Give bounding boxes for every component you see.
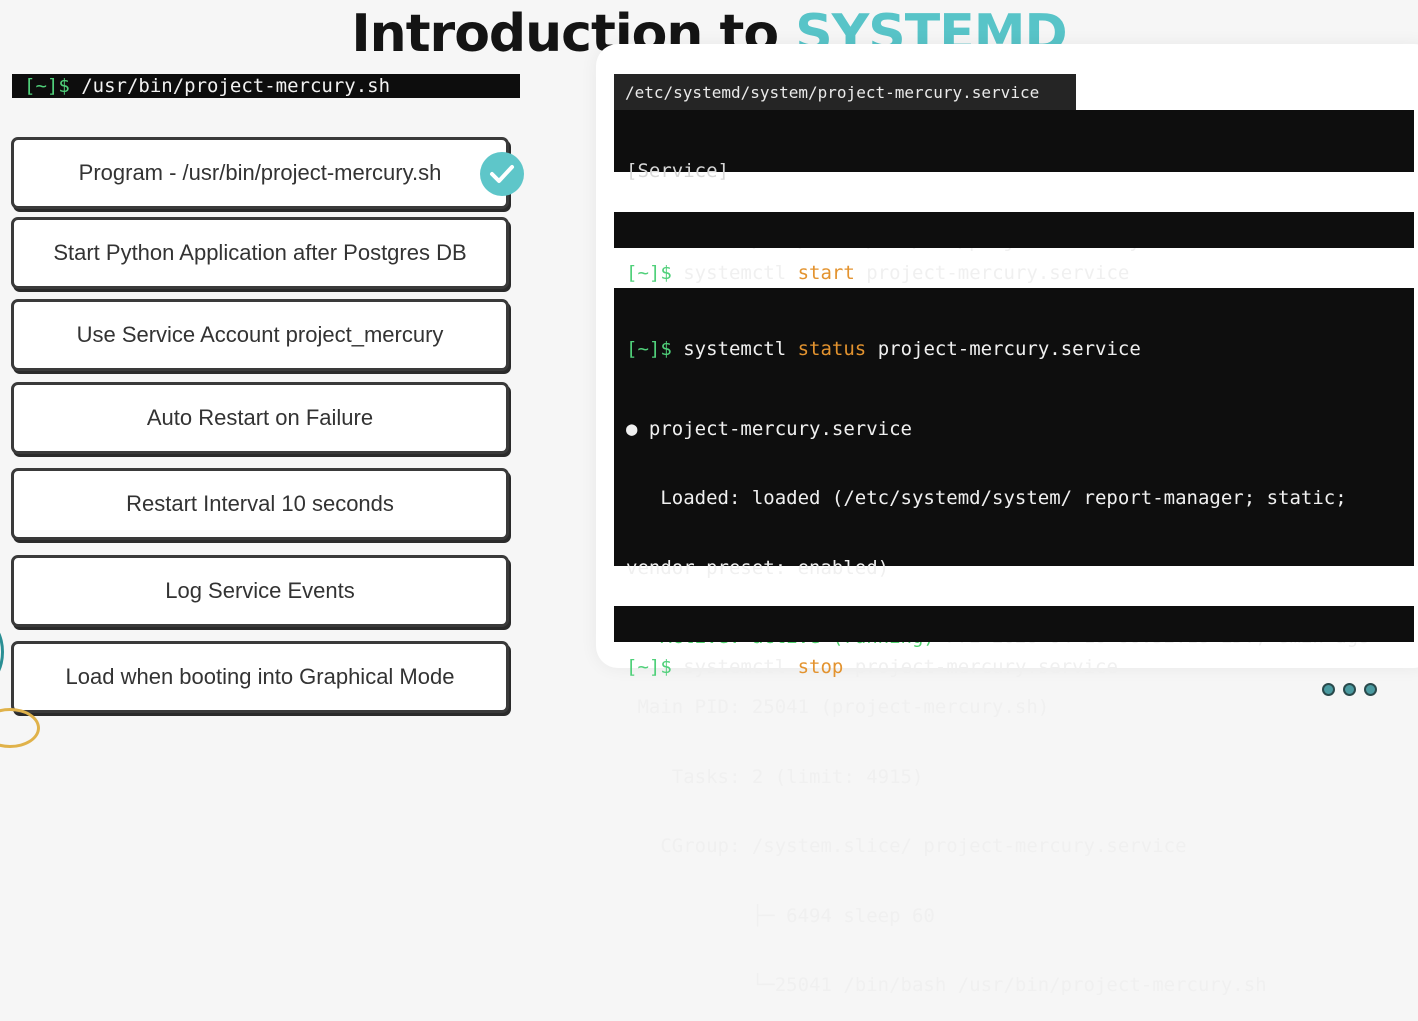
program-command-bar: [~]$ /usr/bin/project-mercury.sh xyxy=(12,74,520,98)
unit-file-path-tab: /etc/systemd/system/project-mercury.serv… xyxy=(614,74,1076,110)
requirement-auto-restart[interactable]: Auto Restart on Failure xyxy=(11,382,509,454)
command: systemctl xyxy=(671,262,798,284)
requirement-label: Program - /usr/bin/project-mercury.sh xyxy=(78,160,442,185)
command: systemctl xyxy=(671,656,798,678)
more-dots-icon[interactable] xyxy=(1322,683,1377,696)
command-verb: stop xyxy=(797,656,844,678)
dot xyxy=(1343,683,1356,696)
start-command-line: [~]$ systemctl start project-mercury.ser… xyxy=(626,261,1414,287)
requirement-label: Restart Interval 10 seconds xyxy=(126,491,394,516)
requirement-service-account[interactable]: Use Service Account project_mercury xyxy=(11,299,509,371)
shell-prompt: [~]$ xyxy=(626,262,672,284)
requirement-label: Log Service Events xyxy=(165,578,355,603)
checkmark-circle-icon xyxy=(480,152,524,196)
command-arg: project-mercury.service xyxy=(843,656,1118,678)
status-tasks-line: Tasks: 2 (limit: 4915) xyxy=(626,765,924,788)
decorative-ring xyxy=(0,622,4,682)
decorative-ring xyxy=(0,708,40,748)
requirement-label: Start Python Application after Postgres … xyxy=(53,240,467,265)
dot xyxy=(1322,683,1335,696)
command-verb: status xyxy=(797,338,867,360)
requirement-label: Auto Restart on Failure xyxy=(146,405,374,430)
requirement-program[interactable]: Program - /usr/bin/project-mercury.sh xyxy=(11,137,509,209)
service-section: [Service] xyxy=(626,160,729,182)
status-unit-line: ● project-mercury.service xyxy=(626,417,912,440)
status-cgroup-line: CGroup: /system.slice/ project-mercury.s… xyxy=(626,835,1187,858)
command-arg: project-mercury.service xyxy=(866,338,1141,360)
command-arg: project-mercury.service xyxy=(854,262,1130,284)
start-terminal: [~]$ systemctl start project-mercury.ser… xyxy=(614,212,1414,284)
status-loaded-line: Loaded: loaded (/etc/systemd/system/ rep… xyxy=(626,487,1347,510)
shell-prompt: [~]$ xyxy=(626,656,672,678)
program-command: /usr/bin/project-mercury.sh xyxy=(69,75,391,97)
command-verb: start xyxy=(797,262,855,284)
status-vendor-line: vendor preset: enabled) xyxy=(626,556,890,579)
shell-prompt: [~]$ xyxy=(626,338,672,360)
status-process-line: └─25041 /bin/bash /usr/bin/project-mercu… xyxy=(626,974,1267,997)
status-terminal: [~]$ systemctl status project-mercury.se… xyxy=(614,288,1414,996)
status-command-line: [~]$ systemctl status project-mercury.se… xyxy=(626,337,1414,363)
requirement-after-postgres[interactable]: Start Python Application after Postgres … xyxy=(11,217,509,289)
shell-prompt: [~]$ xyxy=(24,75,70,97)
requirement-log-events[interactable]: Log Service Events xyxy=(11,555,509,627)
stop-terminal: [~]$ systemctl stop project-mercury.serv… xyxy=(614,606,1414,678)
command: systemctl xyxy=(671,338,798,360)
dot xyxy=(1364,683,1377,696)
requirement-label: Use Service Account project_mercury xyxy=(76,322,444,347)
requirement-label: Load when booting into Graphical Mode xyxy=(65,664,455,689)
stop-command-line: [~]$ systemctl stop project-mercury.serv… xyxy=(626,655,1414,681)
requirement-graphical-mode[interactable]: Load when booting into Graphical Mode xyxy=(11,641,509,713)
status-process-line: ├─ 6494 sleep 60 xyxy=(626,904,935,927)
requirement-restart-interval[interactable]: Restart Interval 10 seconds xyxy=(11,468,509,540)
unit-file-terminal: [Service] ExecStart= /bin/bash /usr/bin/… xyxy=(614,110,1414,252)
